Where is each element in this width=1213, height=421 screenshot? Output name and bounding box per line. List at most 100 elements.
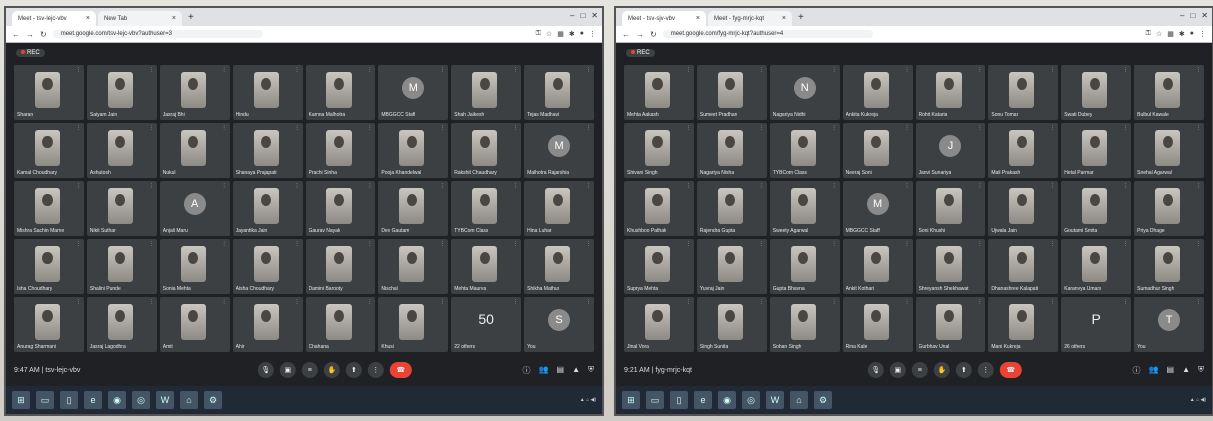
browser-tab[interactable]: New Tab × bbox=[98, 11, 182, 26]
participant-tile[interactable]: ⋮ Rina Kale bbox=[842, 297, 913, 352]
participant-tile[interactable]: ⋮ Hindu bbox=[232, 65, 303, 120]
more-options-button[interactable]: ⋮ bbox=[977, 362, 994, 378]
profile-icon[interactable]: ● bbox=[580, 30, 584, 38]
participant-tile[interactable]: ⋮ Nukul bbox=[159, 123, 230, 178]
close-window-icon[interactable]: ✕ bbox=[591, 11, 598, 20]
participant-tile[interactable]: ⋮ Sweety Agarwal bbox=[769, 181, 840, 236]
present-button[interactable]: ⬆ bbox=[955, 362, 972, 378]
present-button[interactable]: ⬆ bbox=[345, 362, 362, 378]
participant-tile[interactable]: ⋮ Soni Khushi bbox=[915, 181, 986, 236]
start-icon[interactable]: ⊞ bbox=[12, 391, 30, 409]
participant-tile[interactable]: ⋮ Khusi bbox=[378, 297, 449, 352]
captions-button[interactable]: ≡ bbox=[911, 362, 928, 378]
camera-button[interactable]: ▣ bbox=[889, 362, 906, 378]
participant-tile[interactable]: ⋮ Shalini Punde bbox=[86, 239, 157, 294]
participant-tile[interactable]: ⋮ Shanaya Prajapati bbox=[232, 123, 303, 178]
participant-tile[interactable]: ⋮ Khushboo Pathak bbox=[624, 181, 694, 236]
participant-tile[interactable]: ⋮ Karanvya Umars bbox=[1061, 239, 1132, 294]
participant-tile[interactable]: ⋮ Shah Jaikesh bbox=[451, 65, 522, 120]
menu-icon[interactable]: ⋮ bbox=[1199, 30, 1206, 38]
participant-tile[interactable]: ⋮ Nagariya Nisha bbox=[696, 123, 767, 178]
participant-tile[interactable]: 50 ⋮ 22 others bbox=[451, 297, 522, 352]
participant-tile[interactable]: ⋮ Aisha Choudhary bbox=[232, 239, 303, 294]
camera-button[interactable]: ▣ bbox=[279, 362, 296, 378]
file-explorer-icon[interactable]: ▭ bbox=[646, 391, 664, 409]
participant-tile[interactable]: ⋮ TYBCom Class bbox=[769, 123, 840, 178]
start-icon[interactable]: ⊞ bbox=[622, 391, 640, 409]
participant-tile[interactable]: ⋮ Hina Luhar bbox=[524, 181, 594, 236]
chrome-icon[interactable]: ◎ bbox=[742, 391, 760, 409]
participant-tile[interactable]: ⋮ Shikha Mathur bbox=[524, 239, 594, 294]
minimize-icon[interactable]: – bbox=[1180, 11, 1184, 20]
chat-icon[interactable]: ▤ bbox=[557, 365, 565, 376]
extension-icon[interactable]: ▦ bbox=[1167, 30, 1174, 38]
activities-icon[interactable]: ▲ bbox=[1182, 365, 1190, 376]
word-icon[interactable]: W bbox=[766, 391, 784, 409]
reload-icon[interactable]: ↻ bbox=[40, 30, 47, 39]
participant-tile[interactable]: ⋮ Kamal Choudhary bbox=[14, 123, 84, 178]
url-field[interactable]: meet.google.com/fyg-mrjc-kqt?authuser=4 bbox=[662, 30, 873, 38]
participant-tile[interactable]: T ⋮ You bbox=[1134, 297, 1204, 352]
participant-tile[interactable]: ⋮ Rajendra Gupta bbox=[696, 181, 767, 236]
new-tab-icon[interactable]: + bbox=[794, 12, 808, 23]
pdf-icon[interactable]: ⌂ bbox=[180, 391, 198, 409]
participant-tile[interactable]: ⋮ Gurbhav Unal bbox=[915, 297, 986, 352]
participant-tile[interactable]: ⋮ Ahir bbox=[232, 297, 303, 352]
participant-tile[interactable]: ⋮ Gupta Bhavna bbox=[769, 239, 840, 294]
pdf-icon[interactable]: ⌂ bbox=[790, 391, 808, 409]
participant-tile[interactable]: ⋮ Ashutosh bbox=[86, 123, 157, 178]
close-window-icon[interactable]: ✕ bbox=[1201, 11, 1208, 20]
participant-tile[interactable]: ⋮ Kamna Malhotra bbox=[305, 65, 376, 120]
raise-hand-button[interactable]: ✋ bbox=[933, 362, 950, 378]
word-icon[interactable]: W bbox=[156, 391, 174, 409]
reload-icon[interactable]: ↻ bbox=[650, 30, 657, 39]
participant-tile[interactable]: ⋮ Ankita Kukreja bbox=[842, 65, 913, 120]
star-icon[interactable]: ☆ bbox=[1156, 30, 1162, 38]
settings-icon[interactable]: ⚙ bbox=[814, 391, 832, 409]
profile-icon[interactable]: ● bbox=[1190, 30, 1194, 38]
participant-tile[interactable]: ⋮ Rakshit Chaudhary bbox=[451, 123, 522, 178]
minimize-icon[interactable]: – bbox=[570, 11, 574, 20]
participant-tile[interactable]: ⋮ Mishra Sachin Marne bbox=[14, 181, 84, 236]
puzzle-icon[interactable]: ✱ bbox=[569, 30, 575, 38]
participant-tile[interactable]: ⋮ Isha Choudhary bbox=[14, 239, 84, 294]
participant-tile[interactable]: M ⋮ MBGGCC Staff bbox=[842, 181, 913, 236]
participant-tile[interactable]: M ⋮ MBGGCC Staff bbox=[378, 65, 449, 120]
key-icon[interactable]: ⚿ bbox=[1146, 30, 1151, 38]
participant-tile[interactable]: ⋮ Chahana bbox=[305, 297, 376, 352]
settings-icon[interactable]: ⚙ bbox=[204, 391, 222, 409]
participant-tile[interactable]: ⋮ Ujwala Jain bbox=[988, 181, 1059, 236]
participant-tile[interactable]: ⋮ Dhanashree Kalapati bbox=[988, 239, 1059, 294]
participant-tile[interactable]: ⋮ Nikit Suthar bbox=[86, 181, 157, 236]
folder-icon[interactable]: ▯ bbox=[60, 391, 78, 409]
participant-tile[interactable]: ⋮ Sumadhur Singh bbox=[1134, 239, 1204, 294]
participant-tile[interactable]: ⋮ Singh Sunita bbox=[696, 297, 767, 352]
participant-tile[interactable]: ⋮ Gaurav Nayak bbox=[305, 181, 376, 236]
participant-tile[interactable]: A ⋮ Anjali Maru bbox=[159, 181, 230, 236]
participant-tile[interactable]: ⋮ Mali Prakash bbox=[988, 123, 1059, 178]
participant-tile[interactable]: J ⋮ Janvi Sunariya bbox=[915, 123, 986, 178]
participant-tile[interactable]: ⋮ Tejas Madhavi bbox=[524, 65, 594, 120]
participant-tile[interactable]: ⋮ Prachi Sinha bbox=[305, 123, 376, 178]
leave-call-button[interactable]: ☎ bbox=[389, 362, 412, 378]
media-icon[interactable]: ◉ bbox=[718, 391, 736, 409]
participant-tile[interactable]: ⋮ Pooja Khandelwal bbox=[378, 123, 449, 178]
participant-tile[interactable]: ⋮ Jasraj Lagodhra bbox=[86, 297, 157, 352]
participant-tile[interactable]: ⋮ Bulbul Kawale bbox=[1134, 65, 1204, 120]
participant-tile[interactable]: ⋮ Neeraj Soni bbox=[842, 123, 913, 178]
participant-tile[interactable]: ⋮ Sohan Singh bbox=[769, 297, 840, 352]
raise-hand-button[interactable]: ✋ bbox=[323, 362, 340, 378]
participant-tile[interactable]: ⋮ Mani Kukreja bbox=[988, 297, 1059, 352]
participant-tile[interactable]: ⋮ Amit bbox=[159, 297, 230, 352]
browser-tab[interactable]: Meet - tsv-lejc-vbv × bbox=[12, 11, 96, 26]
participant-tile[interactable]: ⋮ Yuvraj Jain bbox=[696, 239, 767, 294]
participant-tile[interactable]: ⋮ Saiyam Jain bbox=[86, 65, 157, 120]
participant-tile[interactable]: ⋮ Sonu Tomar bbox=[988, 65, 1059, 120]
participant-tile[interactable]: ⋮ Jinal Vora bbox=[624, 297, 694, 352]
activities-icon[interactable]: ▲ bbox=[572, 365, 580, 376]
participant-tile[interactable]: ⋮ Damini Barooty bbox=[305, 239, 376, 294]
extension-icon[interactable]: ▦ bbox=[557, 30, 564, 38]
chrome-icon[interactable]: ◎ bbox=[132, 391, 150, 409]
participant-tile[interactable]: ⋮ Sharan bbox=[14, 65, 84, 120]
participant-tile[interactable]: ⋮ Shivani Singh bbox=[624, 123, 694, 178]
